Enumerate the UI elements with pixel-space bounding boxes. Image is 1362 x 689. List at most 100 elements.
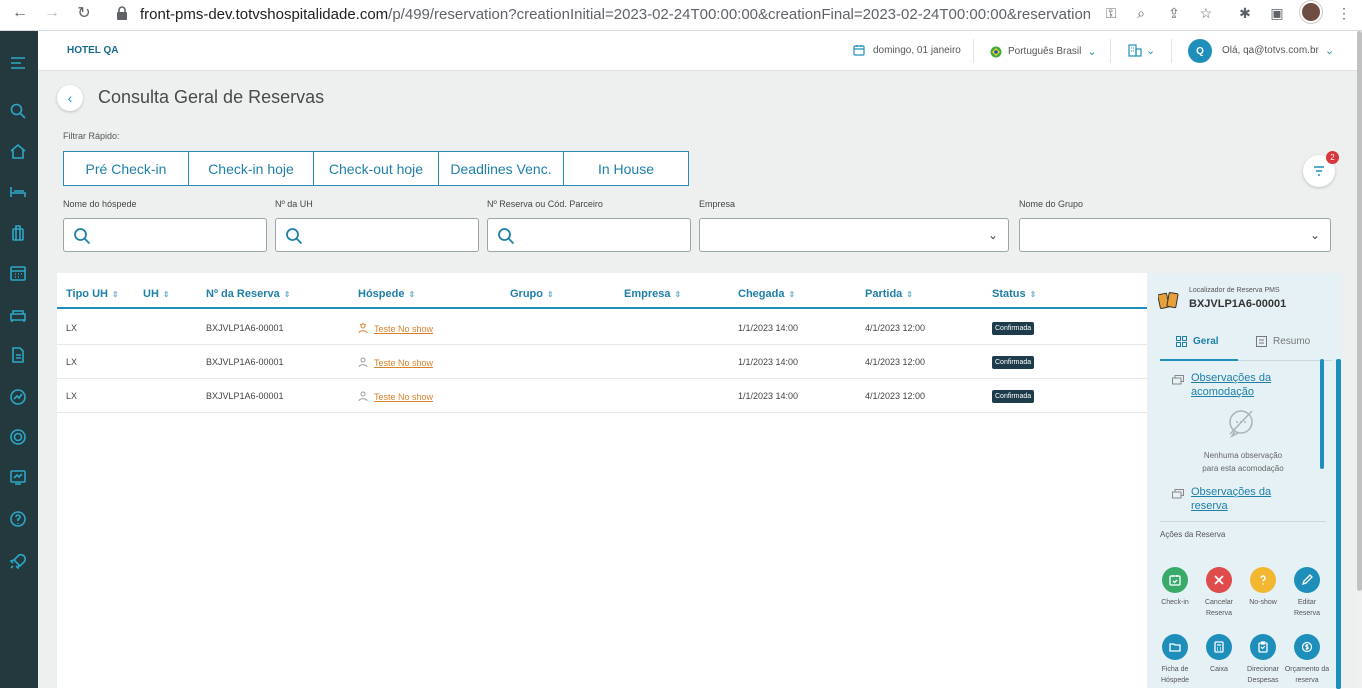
page-scrollbar[interactable] xyxy=(1357,31,1362,688)
cell-hospede: Teste No show xyxy=(358,391,433,402)
bed-icon[interactable] xyxy=(8,181,28,201)
cashier-action[interactable]: Caixa xyxy=(1196,634,1242,675)
panel-tabs: Geral Resumo xyxy=(1160,329,1332,361)
column-header-empresa[interactable]: Empresa ⇕ xyxy=(624,288,681,300)
direct-expenses-action[interactable]: Direcionar Despesas xyxy=(1240,634,1286,686)
more-menu-icon[interactable]: ⋮ xyxy=(1334,3,1354,23)
cell-reserva: BXJVLP1A6-00001 xyxy=(206,357,284,367)
tab-resumo[interactable]: Resumo xyxy=(1256,336,1310,347)
guest-link[interactable]: Teste No show xyxy=(374,358,433,368)
filter-icon xyxy=(1314,166,1324,176)
search-icon[interactable] xyxy=(8,101,28,121)
group-name-select[interactable]: ⌄ xyxy=(1019,218,1331,252)
uh-number-input[interactable] xyxy=(275,218,479,252)
guest-name-input[interactable] xyxy=(63,218,267,252)
cancel-reservation-action[interactable]: Cancelar Reserva xyxy=(1196,567,1242,619)
column-header-chegada[interactable]: Chegada ⇕ xyxy=(738,288,795,300)
address-bar[interactable]: front-pms-dev.totvshospitalidade.com/p/4… xyxy=(140,6,1090,23)
scrollbar-thumb[interactable] xyxy=(1357,31,1362,591)
user-menu[interactable]: Olá, qa@totvs.com.br ⌄ xyxy=(1222,44,1334,57)
panel-scrollbar-thumb[interactable] xyxy=(1320,359,1324,469)
sidepanel-icon[interactable]: ▣ xyxy=(1267,3,1287,23)
column-header-tipo-uh[interactable]: Tipo UH ⇕ xyxy=(66,288,119,300)
home-icon[interactable] xyxy=(8,141,28,161)
guest-link[interactable]: Teste No show xyxy=(374,324,433,334)
divider xyxy=(1160,521,1326,522)
column-header-reserva[interactable]: Nº da Reserva ⇕ xyxy=(206,288,290,300)
language-label: Português Brasil xyxy=(1008,46,1082,57)
user-avatar[interactable]: Q xyxy=(1188,39,1212,63)
user-icon xyxy=(358,391,368,401)
room-observations-link[interactable]: Observações da acomodação xyxy=(1191,371,1301,399)
calculator-icon xyxy=(1206,634,1232,660)
quick-filter-in-house[interactable]: In House xyxy=(563,151,689,186)
back-button[interactable]: ‹ xyxy=(57,85,83,111)
company-select[interactable]: ⌄ xyxy=(699,218,1009,252)
sort-icon: ⇕ xyxy=(408,290,416,299)
table-row[interactable]: LX BXJVLP1A6-00001 Teste No show 1/1/202… xyxy=(57,379,1147,413)
advanced-filter-button[interactable]: 2 xyxy=(1303,151,1339,187)
profile-avatar[interactable] xyxy=(1300,1,1322,23)
luggage-icon[interactable] xyxy=(8,223,28,243)
room-icon[interactable] xyxy=(8,305,28,325)
chevron-down-icon: ⌄ xyxy=(1324,45,1335,57)
report-icon[interactable] xyxy=(8,467,28,487)
edit-reservation-action[interactable]: Editar Reserva xyxy=(1284,567,1330,619)
reservation-number-input[interactable] xyxy=(487,218,691,252)
grid-icon xyxy=(1176,336,1187,347)
reload-icon[interactable]: ↻ xyxy=(74,3,94,23)
back-arrow-icon[interactable]: ← xyxy=(10,3,30,23)
column-header-grupo[interactable]: Grupo ⇕ xyxy=(510,288,554,300)
column-header-uh[interactable]: UH ⇕ xyxy=(143,288,170,300)
rocket-icon[interactable] xyxy=(8,551,28,571)
checkin-action[interactable]: Check-in xyxy=(1152,567,1198,608)
quick-filter-checkin-today[interactable]: Check-in hoje xyxy=(188,151,314,186)
calendar-icon[interactable] xyxy=(8,263,28,283)
share-icon[interactable]: ⇪ xyxy=(1164,3,1184,23)
table-row[interactable]: LX BXJVLP1A6-00001 Teste No show 1/1/202… xyxy=(57,311,1147,345)
quick-filter-deadlines[interactable]: Deadlines Venc. xyxy=(438,151,564,186)
chart-icon[interactable] xyxy=(8,387,28,407)
target-icon[interactable] xyxy=(8,427,28,447)
cell-partida: 4/1/2023 12:00 xyxy=(865,357,926,367)
company-label: Empresa xyxy=(699,199,736,209)
menu-icon[interactable] xyxy=(8,53,28,73)
search-icon xyxy=(286,228,303,245)
chevron-down-icon: ⌄ xyxy=(1309,228,1320,242)
chevron-down-icon: ⌄ xyxy=(1087,46,1097,58)
column-header-status[interactable]: Status ⇕ xyxy=(992,288,1036,300)
reservation-budget-action[interactable]: Orçamento da reserva xyxy=(1284,634,1330,686)
column-header-hospede[interactable]: Hóspede ⇕ xyxy=(358,288,415,300)
table-row[interactable]: LX BXJVLP1A6-00001 Teste No show 1/1/202… xyxy=(57,345,1147,379)
cell-partida: 4/1/2023 12:00 xyxy=(865,323,926,333)
no-show-action[interactable]: No-show xyxy=(1240,567,1286,608)
browser-toolbar: ← → ↻ front-pms-dev.totvshospitalidade.c… xyxy=(0,0,1362,31)
key-icon[interactable]: ⚿ xyxy=(1101,3,1121,23)
comment-icon xyxy=(1172,489,1184,499)
extensions-icon[interactable]: ✱ xyxy=(1235,3,1255,23)
locator-label: Localizador de Reserva PMS xyxy=(1189,287,1280,294)
help-icon[interactable] xyxy=(8,509,28,529)
property-selector[interactable]: ⌄ xyxy=(1128,43,1155,57)
tab-geral[interactable]: Geral xyxy=(1176,336,1219,347)
guest-record-action[interactable]: Ficha de Hóspede xyxy=(1152,634,1198,686)
guest-link[interactable]: Teste No show xyxy=(374,392,433,402)
search-icon xyxy=(498,228,515,245)
status-badge: Confirmada xyxy=(992,390,1035,403)
bookmark-star-icon[interactable]: ☆ xyxy=(1196,3,1216,23)
forward-arrow-icon[interactable]: → xyxy=(42,3,62,23)
reservation-observations-link[interactable]: Observações da reserva xyxy=(1191,485,1301,513)
column-header-partida[interactable]: Partida ⇕ xyxy=(865,288,913,300)
quick-filter-checkout-today[interactable]: Check-out hoje xyxy=(313,151,439,186)
hotel-name[interactable]: HOTEL QA xyxy=(67,45,118,56)
language-selector[interactable]: Português Brasil ⌄ xyxy=(990,45,1097,58)
zoom-icon[interactable]: ⌕ xyxy=(1131,3,1151,23)
quick-filter-pre-checkin[interactable]: Pré Check-in xyxy=(63,151,189,186)
cell-tipo-uh: LX xyxy=(66,357,78,367)
document-icon[interactable] xyxy=(8,345,28,365)
panel-edge-scrollbar[interactable] xyxy=(1336,359,1341,689)
question-icon xyxy=(1250,567,1276,593)
table-header: Tipo UH ⇕ UH ⇕ Nº da Reserva ⇕ Hóspede ⇕ Gru… xyxy=(57,273,1147,309)
cell-chegada: 1/1/2023 14:00 xyxy=(738,357,799,367)
active-tab-indicator xyxy=(1160,359,1238,361)
